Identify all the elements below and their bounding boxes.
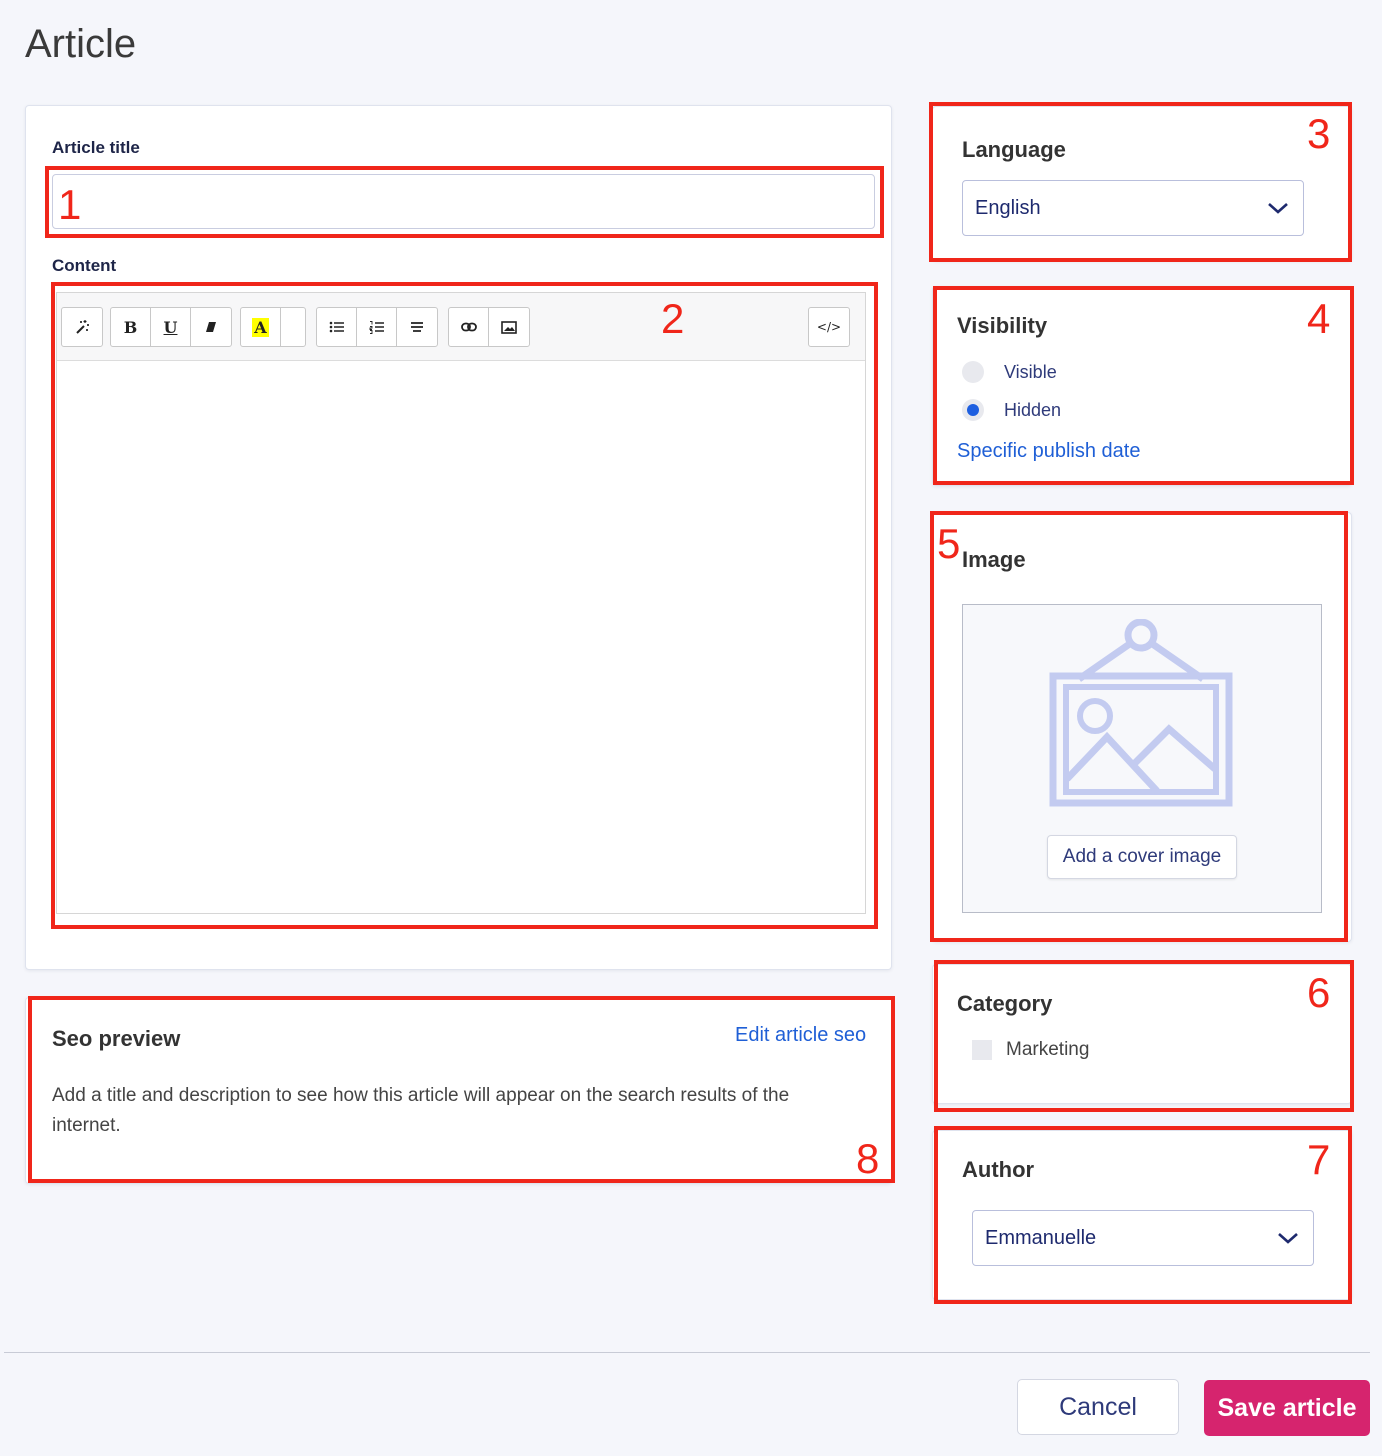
- annotation-box-2: [51, 282, 878, 929]
- annotation-box-3: [929, 102, 1352, 262]
- annotation-number-7: 7: [1307, 1136, 1331, 1183]
- annotation-number-1: 1: [58, 181, 82, 228]
- annotation-number-2: 2: [661, 295, 685, 342]
- footer-divider: [4, 1352, 1370, 1353]
- content-label: Content: [52, 256, 117, 275]
- page-title: Article: [25, 22, 137, 66]
- annotation-box-7: [934, 1126, 1352, 1304]
- annotation-number-6: 6: [1307, 969, 1331, 1016]
- annotation-box-8: [28, 996, 895, 1183]
- annotation-number-8: 8: [856, 1135, 880, 1182]
- article-title-label: Article title: [52, 138, 140, 157]
- annotation-box-6: [934, 960, 1354, 1112]
- annotation-box-4: [933, 286, 1354, 485]
- cancel-button[interactable]: Cancel: [1017, 1379, 1179, 1435]
- annotation-box-1: [45, 166, 884, 238]
- annotation-number-3: 3: [1307, 110, 1331, 157]
- save-article-button[interactable]: Save article: [1204, 1380, 1370, 1436]
- annotation-number-4: 4: [1307, 295, 1331, 342]
- annotation-box-5: [930, 511, 1348, 942]
- annotation-number-5: 5: [937, 520, 961, 567]
